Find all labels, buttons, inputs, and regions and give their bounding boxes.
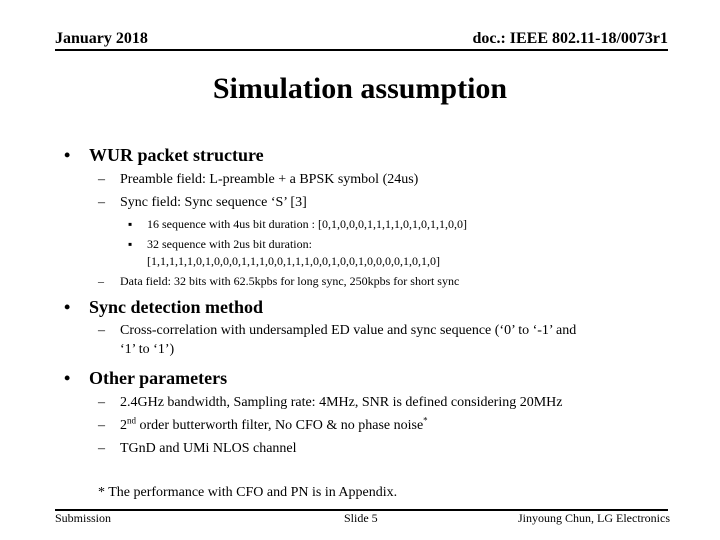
square-bullet-icon: ▪ (128, 237, 133, 251)
item-bandwidth: 2.4GHz bandwidth, Sampling rate: 4MHz, S… (120, 395, 563, 410)
slide-title: Simulation assumption (212, 72, 508, 105)
item-filter-text: order butterworth filter, No CFO & no ph… (136, 418, 424, 433)
dash-icon: – (98, 172, 105, 187)
sub-item-32-sequence: 32 sequence with 2us bit duration: (147, 237, 312, 251)
dash-icon: – (98, 274, 104, 288)
item-data-field: Data field: 32 bits with 62.5kpbs for lo… (120, 274, 460, 288)
item-cross-correlation-cont: ‘1’ to ‘1’) (120, 342, 175, 357)
bullet-icon: • (64, 145, 71, 165)
footer-author: Jinyoung Chun, LG Electronics (518, 511, 670, 525)
bullet-icon: • (64, 297, 71, 317)
item-preamble-field: Preamble field: L-preamble + a BPSK symb… (120, 172, 419, 187)
footer-slide-number: Slide 5 (344, 511, 378, 525)
footnote: * The performance with CFO and PN is in … (98, 485, 398, 500)
sub-item-16-sequence: 16 sequence with 4us bit duration : [0,1… (147, 217, 467, 231)
dash-icon: – (98, 195, 105, 210)
dash-icon: – (98, 418, 105, 433)
dash-icon: – (98, 395, 105, 410)
item-channel: TGnD and UMi NLOS channel (120, 441, 297, 456)
footnote-marker: * (423, 415, 428, 426)
sub-item-32-sequence-values: [1,1,1,1,1,0,1,0,0,0,1,1,1,0,0,1,1,1,0,0… (147, 254, 440, 268)
section-heading-sync-detection: Sync detection method (89, 297, 263, 317)
square-bullet-icon: ▪ (128, 217, 133, 231)
item-filter-order-suffix: nd (127, 415, 136, 426)
header-date: January 2018 (55, 30, 148, 47)
item-filter: 2nd order butterworth filter, No CFO & n… (120, 415, 428, 434)
section-heading-wur-packet: WUR packet structure (89, 145, 264, 165)
item-sync-field: Sync field: Sync sequence ‘S’ [3] (120, 195, 307, 210)
dash-icon: – (98, 323, 105, 338)
bullet-icon: • (64, 368, 71, 388)
footer-submission: Submission (55, 511, 112, 525)
header-doc-id: doc.: IEEE 802.11-18/0073r1 (472, 30, 668, 47)
header-rule (55, 49, 668, 51)
dash-icon: – (98, 441, 105, 456)
item-cross-correlation: Cross-correlation with undersampled ED v… (120, 323, 577, 338)
item-filter-order: 2 (120, 418, 127, 433)
section-heading-other-params: Other parameters (89, 368, 228, 388)
